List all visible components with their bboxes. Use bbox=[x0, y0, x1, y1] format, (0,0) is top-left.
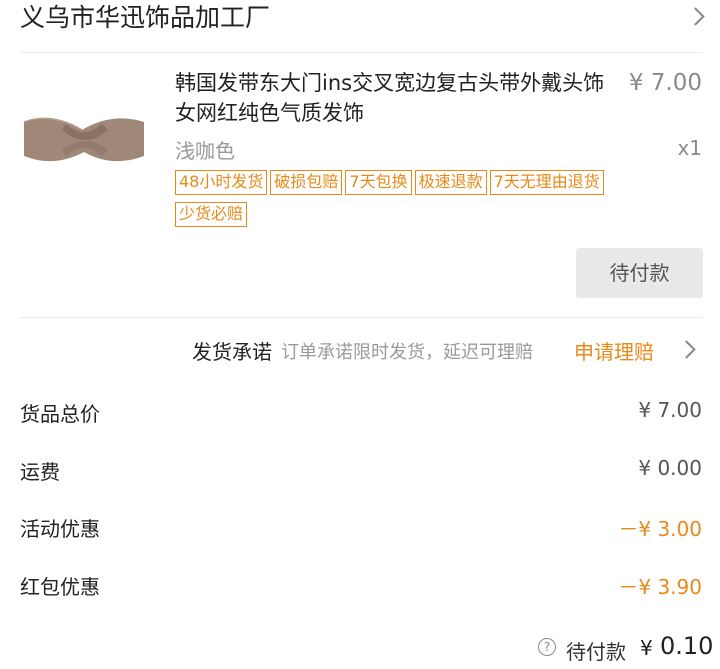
summary-label: 运费 bbox=[20, 460, 60, 484]
service-tag: 48小时发货 bbox=[175, 170, 268, 195]
divider bbox=[20, 317, 702, 318]
summary-label: 货品总价 bbox=[20, 402, 100, 426]
promise-description: 订单承诺限时发货，延迟可理赔 bbox=[281, 342, 533, 363]
summary-value: －¥ 3.00 bbox=[618, 517, 702, 541]
summary-value: ¥ 0.00 bbox=[638, 456, 702, 480]
product-quantity: x1 bbox=[677, 136, 702, 160]
product-title[interactable]: 韩国发带东大门ins交叉宽边复古头带外戴头饰女网红纯色气质发饰 bbox=[175, 68, 625, 128]
service-tag: 极速退款 bbox=[414, 170, 487, 195]
summary-label: 活动优惠 bbox=[20, 517, 100, 541]
shop-name[interactable]: 义乌市华迅饰品加工厂 bbox=[20, 0, 270, 36]
product-image[interactable] bbox=[22, 100, 146, 180]
help-icon[interactable]: ? bbox=[538, 638, 556, 656]
summary-row-goods-total: 货品总价 ¥ 7.00 bbox=[20, 398, 702, 432]
pending-payment-label: 待付款 bbox=[566, 640, 626, 664]
product-variant: 浅咖色 bbox=[175, 139, 235, 163]
service-tag: 7天包换 bbox=[345, 170, 412, 195]
payment-footer: ? 待付款 ¥ 0.10 bbox=[0, 632, 720, 669]
summary-value: ¥ 7.00 bbox=[638, 398, 702, 422]
shop-header[interactable]: 义乌市华迅饰品加工厂 bbox=[20, 0, 706, 40]
currency-symbol: ¥ bbox=[640, 636, 653, 660]
divider bbox=[20, 52, 702, 53]
promise-title: 发货承诺 bbox=[192, 340, 272, 364]
service-tag: 7天无理由退货 bbox=[489, 170, 604, 195]
summary-label: 红包优惠 bbox=[20, 575, 100, 599]
claim-link[interactable]: 申请理赔 bbox=[574, 336, 654, 365]
summary-value: －¥ 3.90 bbox=[618, 575, 702, 599]
pending-payment-button[interactable]: 待付款 bbox=[576, 248, 703, 298]
service-tag: 少货必赔 bbox=[175, 202, 248, 227]
chevron-right-icon[interactable] bbox=[677, 340, 696, 359]
summary-row-shipping: 运费 ¥ 0.00 bbox=[20, 456, 702, 490]
summary-row-promotion: 活动优惠 －¥ 3.00 bbox=[20, 513, 702, 547]
product-price: ¥ 7.00 bbox=[628, 70, 702, 96]
delivery-promise[interactable]: 发货承诺 订单承诺限时发货，延迟可理赔 申请理赔 bbox=[0, 334, 720, 366]
service-tag: 破损包赔 bbox=[270, 170, 343, 195]
pending-amount: 0.10 bbox=[660, 632, 714, 660]
chevron-right-icon[interactable] bbox=[686, 7, 705, 26]
service-tags: 48小时发货 破损包赔 7天包换 极速退款 7天无理由退货 少货必赔 bbox=[175, 170, 675, 234]
summary-row-red-packet: 红包优惠 －¥ 3.90 bbox=[20, 571, 702, 605]
